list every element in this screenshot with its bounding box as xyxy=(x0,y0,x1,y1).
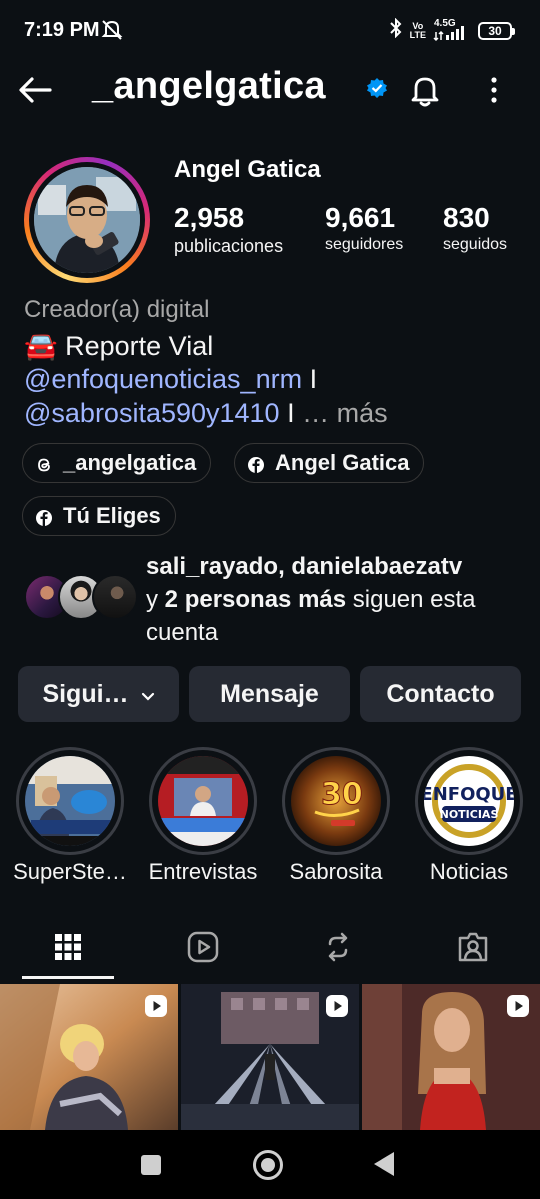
posts-grid xyxy=(0,984,540,1130)
following-count[interactable]: 830 seguidos xyxy=(443,202,507,254)
mutual-followers-text[interactable]: sali_rayado, danielabaezatv y 2 personas… xyxy=(146,550,526,649)
status-time: 7:19 PM xyxy=(24,19,100,41)
volte-indicator: Vo LTE xyxy=(409,20,426,40)
avatar xyxy=(92,574,138,620)
profile-avatar-story-ring[interactable] xyxy=(24,157,150,283)
followers-count-label: seguidores xyxy=(325,236,404,253)
contact-button[interactable]: Contacto xyxy=(360,666,521,722)
reel-indicator-icon xyxy=(325,994,349,1018)
active-tab-indicator xyxy=(22,976,114,979)
highlight-label: Sabrosita xyxy=(289,859,383,884)
grid-post-reel[interactable] xyxy=(362,984,540,1130)
highlight-cover xyxy=(25,756,115,846)
story-highlight-noticias[interactable]: ENFOQUE NOTICIAS Noticias xyxy=(414,747,524,884)
grid-post-reel[interactable] xyxy=(181,984,359,1130)
tab-tagged[interactable] xyxy=(405,918,540,980)
threads-link-pill[interactable]: _angelgatica xyxy=(22,443,212,483)
system-navigation-bar xyxy=(0,1130,540,1199)
posts-count-value: 2,958 xyxy=(174,202,245,233)
more-options-icon[interactable] xyxy=(474,70,514,110)
chevron-down-icon xyxy=(141,680,155,709)
back-arrow-icon[interactable] xyxy=(16,70,56,110)
highlight-cover: ENFOQUE NOTICIAS xyxy=(424,756,514,846)
recent-apps-icon[interactable] xyxy=(141,1155,161,1175)
highlight-label: Noticias xyxy=(429,859,509,884)
bio-separator: I xyxy=(302,364,318,394)
bio-mention-enfoquenoticias[interactable]: @enfoquenoticias_nrm xyxy=(24,364,302,394)
profile-category: Creador(a) digital xyxy=(24,296,210,323)
profile-content-tabs xyxy=(0,918,540,980)
grid-icon xyxy=(54,933,82,966)
reel-indicator-icon xyxy=(144,994,168,1018)
facebook-link-label: Tú Eliges xyxy=(63,503,161,528)
threads-icon xyxy=(35,454,53,472)
battery-icon: 30 xyxy=(478,21,515,40)
home-icon[interactable] xyxy=(253,1150,283,1180)
tab-reposts[interactable] xyxy=(270,918,405,980)
grid-post-reel[interactable] xyxy=(0,984,178,1130)
svg-text:ENFOQUE: ENFOQUE xyxy=(424,784,514,805)
notifications-bell-icon[interactable] xyxy=(405,70,445,110)
bio-mention-line: @sabrosita590y1410 I … más xyxy=(24,398,388,429)
svg-text:NOTICIAS: NOTICIAS xyxy=(440,808,499,821)
bio-mention-line: @enfoquenoticias_nrm I xyxy=(24,364,317,395)
facebook-icon xyxy=(247,454,265,473)
bio-line: 🚘 Reporte Vial xyxy=(24,331,214,361)
threads-link-label: _angelgatica xyxy=(63,450,197,475)
bio-more-link[interactable]: … más xyxy=(302,398,388,428)
reel-indicator-icon xyxy=(506,994,530,1018)
status-bar: 7:19 PM Vo LTE 4.5G 30 xyxy=(0,0,540,60)
highlight-cover: 30 xyxy=(291,756,381,846)
bluetooth-icon xyxy=(388,17,404,43)
bio-mention-sabrosita[interactable]: @sabrosita590y1410 xyxy=(24,398,280,428)
verified-badge-icon xyxy=(366,77,388,99)
facebook-icon xyxy=(35,507,53,526)
reposts-icon xyxy=(321,930,355,969)
story-highlight-entrevistas[interactable]: Entrevistas xyxy=(148,747,258,884)
tab-posts-grid[interactable] xyxy=(0,918,135,980)
story-highlight-supersteren[interactable]: SuperSte… xyxy=(13,747,127,884)
tagged-icon xyxy=(456,930,490,969)
followers-count-value: 9,661 xyxy=(325,202,396,233)
status-indicators: Vo LTE 4.5G 30 xyxy=(388,17,515,43)
facebook-link-label: Angel Gatica xyxy=(275,450,410,475)
svg-text:30: 30 xyxy=(321,777,363,812)
mutual-others-count: 2 personas más xyxy=(164,586,347,613)
following-count-value: 830 xyxy=(443,202,490,233)
tab-reels[interactable] xyxy=(135,918,270,980)
posts-count-label: publicaciones xyxy=(174,236,284,256)
facebook-link-pill-angel[interactable]: Angel Gatica xyxy=(234,443,425,483)
story-highlight-sabrosita[interactable]: 30 Sabrosita xyxy=(281,747,391,884)
profile-full-name: Angel Gatica xyxy=(174,156,321,183)
highlight-label: Entrevistas xyxy=(148,859,258,884)
signal-icon: 4.5G xyxy=(432,18,472,42)
followers-count[interactable]: 9,661 seguidores xyxy=(325,202,403,254)
following-dropdown-button[interactable]: Sigui… xyxy=(18,666,179,722)
mute-icon xyxy=(100,19,124,46)
reels-icon xyxy=(186,930,220,969)
facebook-link-pill-tueliges[interactable]: Tú Eliges xyxy=(22,496,176,536)
message-button[interactable]: Mensaje xyxy=(189,666,350,722)
profile-top-bar: _angelgatica xyxy=(0,60,540,120)
avatar xyxy=(34,167,140,273)
following-count-label: seguidos xyxy=(443,236,508,253)
system-back-icon[interactable] xyxy=(374,1152,394,1176)
profile-username: _angelgatica xyxy=(92,65,326,107)
mutual-follower-names: sali_rayado, danielabaezatv xyxy=(146,553,463,580)
mutual-followers-avatars[interactable] xyxy=(24,574,138,620)
posts-count[interactable]: 2,958 publicaciones xyxy=(174,202,283,257)
highlight-cover xyxy=(158,756,248,846)
highlight-label: SuperSte… xyxy=(13,859,127,884)
bio-separator: I xyxy=(279,398,295,428)
